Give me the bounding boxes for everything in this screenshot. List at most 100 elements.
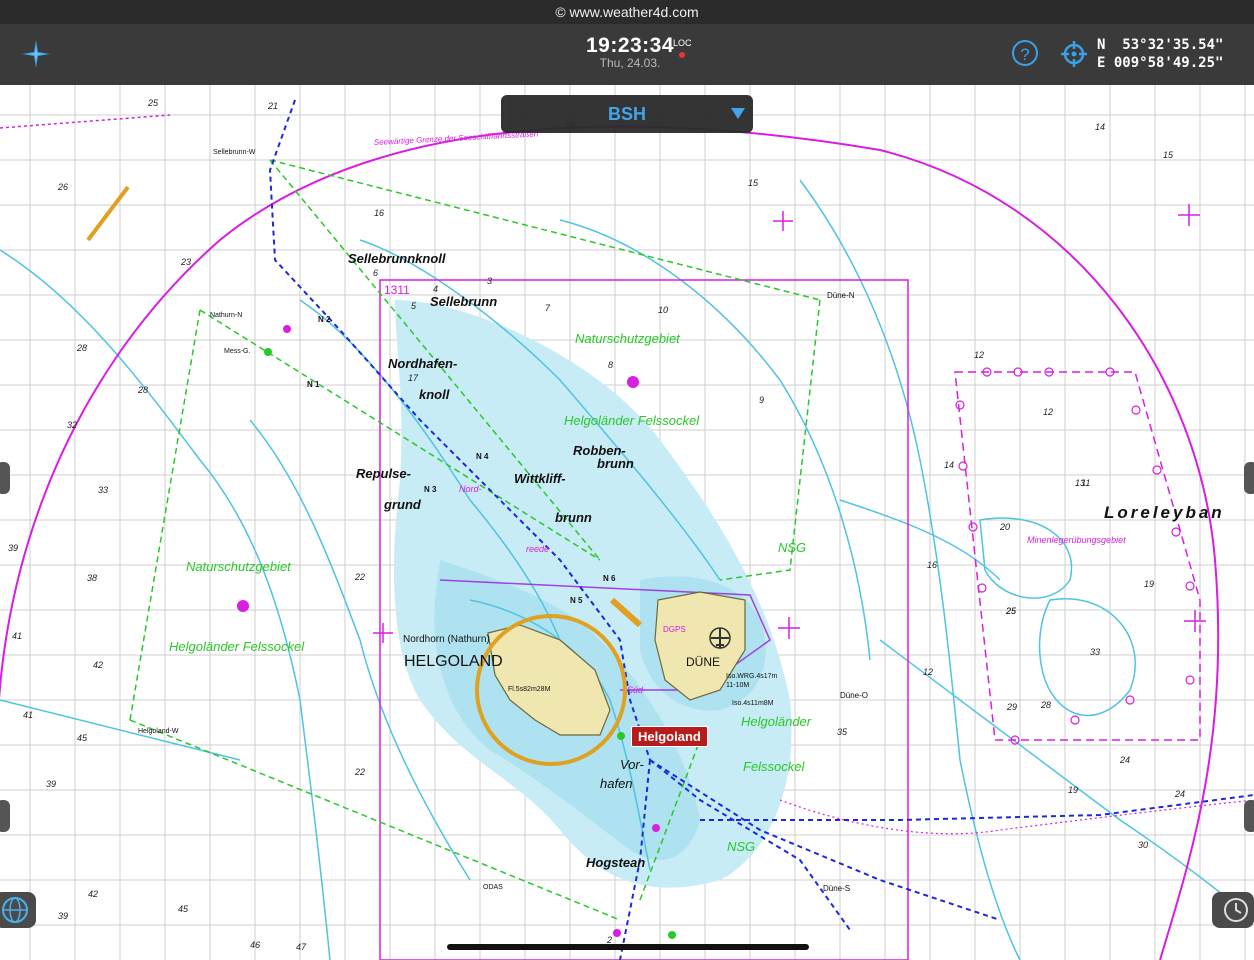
clock-date: Thu, 24.03. <box>599 56 661 70</box>
label-n2: N 2 <box>318 315 331 324</box>
port-label-helgoland[interactable]: Helgoland <box>631 726 708 747</box>
depth-value: 19 <box>1068 785 1078 795</box>
depth-value: 45 <box>178 904 189 914</box>
depth-value: 8 <box>608 360 613 370</box>
depth-value: 33 <box>98 485 108 495</box>
label-n6: N 6 <box>603 574 616 583</box>
left-side-tab-lower[interactable] <box>0 800 10 832</box>
label-sellebrunn: Sellebrunn <box>430 294 497 309</box>
top-toolbar: 19:23:34 LOC Thu, 24.03. ? N 53°32'35.54… <box>0 24 1254 85</box>
port-pin[interactable] <box>617 732 625 740</box>
depth-value: 19 <box>1144 579 1154 589</box>
depth-value: 7 <box>545 303 551 313</box>
depth-value: 13 <box>1075 478 1085 488</box>
label-nordhorn: Nordhorn (Nathurn) <box>403 634 490 645</box>
depth-value: 24 <box>1119 755 1130 765</box>
label-nord-reede: Nord- <box>459 484 482 494</box>
label-reede: reede <box>526 544 549 554</box>
depth-value: 47 <box>296 942 307 952</box>
label-hafen: hafen <box>600 776 633 791</box>
depth-value: 41 <box>12 631 22 641</box>
depth-value: 6 <box>373 268 378 278</box>
right-side-tab-upper[interactable] <box>1244 462 1254 494</box>
clock-icon <box>1224 898 1248 922</box>
label-duene-n: Düne-N <box>827 291 855 300</box>
depth-value: 9 <box>759 395 764 405</box>
crosshair-icon[interactable] <box>1060 40 1088 68</box>
depth-value: 24 <box>1174 789 1185 799</box>
depth-value: 30 <box>1138 840 1148 850</box>
label-n4: N 4 <box>476 452 489 461</box>
depth-value: 41 <box>23 710 33 720</box>
depth-value: 21 <box>267 101 278 111</box>
depth-value: 39 <box>46 779 56 789</box>
label-sellebrunn-w: Sellebrunn-W <box>213 149 256 156</box>
depth-value: 45 <box>77 733 88 743</box>
label-helgolaender: Helgoländer <box>741 714 812 729</box>
depth-value: 25 <box>147 98 159 108</box>
left-side-tab-upper[interactable] <box>0 462 10 494</box>
label-duene-o: Düne-O <box>840 691 868 700</box>
loc-status-dot <box>679 52 685 58</box>
label-repulse: Repulse- <box>356 466 411 481</box>
depth-value: 16 <box>927 560 937 570</box>
copyright-text: © www.weather4d.com <box>555 4 699 20</box>
label-loreleybank: Loreleyban <box>1104 503 1225 522</box>
label-light-iso2: Iso.4s11m8M <box>732 700 774 707</box>
depth-value: 26 <box>57 182 68 192</box>
label-helgoland-w: Helgoland-W <box>138 728 179 735</box>
help-button[interactable]: ? <box>1012 40 1038 66</box>
label-brunn: brunn <box>555 510 592 525</box>
depth-value: 14 <box>944 460 954 470</box>
depth-value: 28 <box>137 385 148 395</box>
clock-button[interactable] <box>1212 892 1254 928</box>
label-duene: DÜNE <box>686 655 720 669</box>
depth-value: 39 <box>8 543 18 553</box>
depth-value: 4 <box>433 284 438 294</box>
label-grund: grund <box>383 497 422 512</box>
depth-value: 29 <box>1006 702 1017 712</box>
label-nsg-1: NSG <box>778 540 806 555</box>
restricted-marker <box>627 376 639 388</box>
longitude: E 009°58'49.25" <box>1097 55 1224 71</box>
label-n3: N 3 <box>424 485 437 494</box>
label-hogstean: Hogstean <box>586 855 645 870</box>
nautical-chart[interactable]: HELGOLAND DÜNE Nordhorn (Nathurn) Selleb… <box>0 85 1254 960</box>
label-felssockel-3: Felssockel <box>743 759 806 774</box>
globe-icon <box>2 897 28 923</box>
compass-icon[interactable] <box>20 38 52 70</box>
depth-value: 23 <box>180 257 191 267</box>
depth-value: 22 <box>354 767 365 777</box>
depth-value: 14 <box>1095 122 1105 132</box>
globe-button[interactable] <box>0 892 36 928</box>
depth-value: 12 <box>923 667 933 677</box>
layer-selector-value[interactable]: BSH <box>501 95 753 133</box>
depth-value: 10 <box>658 305 668 315</box>
label-nathurn-n: Nathurn-N <box>210 312 242 319</box>
label-felssockel-1: Helgoländer Felssockel <box>564 413 700 428</box>
clock: 19:23:34 LOC Thu, 24.03. <box>560 34 700 70</box>
home-indicator <box>447 944 809 950</box>
depth-value: 25 <box>1005 606 1017 616</box>
label-minen: Minenlegerübungsgebiet <box>1027 535 1126 545</box>
right-side-tab-lower[interactable] <box>1244 800 1254 832</box>
label-helgoland: HELGOLAND <box>404 653 503 670</box>
label-vor: Vor- <box>620 757 645 772</box>
label-knoll: knoll <box>419 387 450 402</box>
label-odas: ODAS <box>483 884 503 891</box>
depth-value: 22 <box>354 572 365 582</box>
anchor-markers <box>955 367 1195 745</box>
label-wittkliff: Wittkliff- <box>514 471 566 486</box>
position-readout: N 53°32'35.54" E 009°58'49.25" <box>1097 36 1223 72</box>
depth-value: 42 <box>93 660 103 670</box>
label-nordhafen: Nordhafen- <box>388 356 457 371</box>
depth-value: 28 <box>76 343 87 353</box>
shallow-water <box>394 300 1136 888</box>
layer-selector[interactable]: BSH <box>501 95 753 133</box>
dropdown-caret-icon[interactable] <box>731 108 745 119</box>
label-n1: N 1 <box>307 380 320 389</box>
label-light-iso1b: 11-10M <box>726 682 749 689</box>
depth-value: 42 <box>88 889 98 899</box>
label-dgps: DGPS <box>663 625 686 634</box>
label-area-1311: 1311 <box>384 283 410 297</box>
